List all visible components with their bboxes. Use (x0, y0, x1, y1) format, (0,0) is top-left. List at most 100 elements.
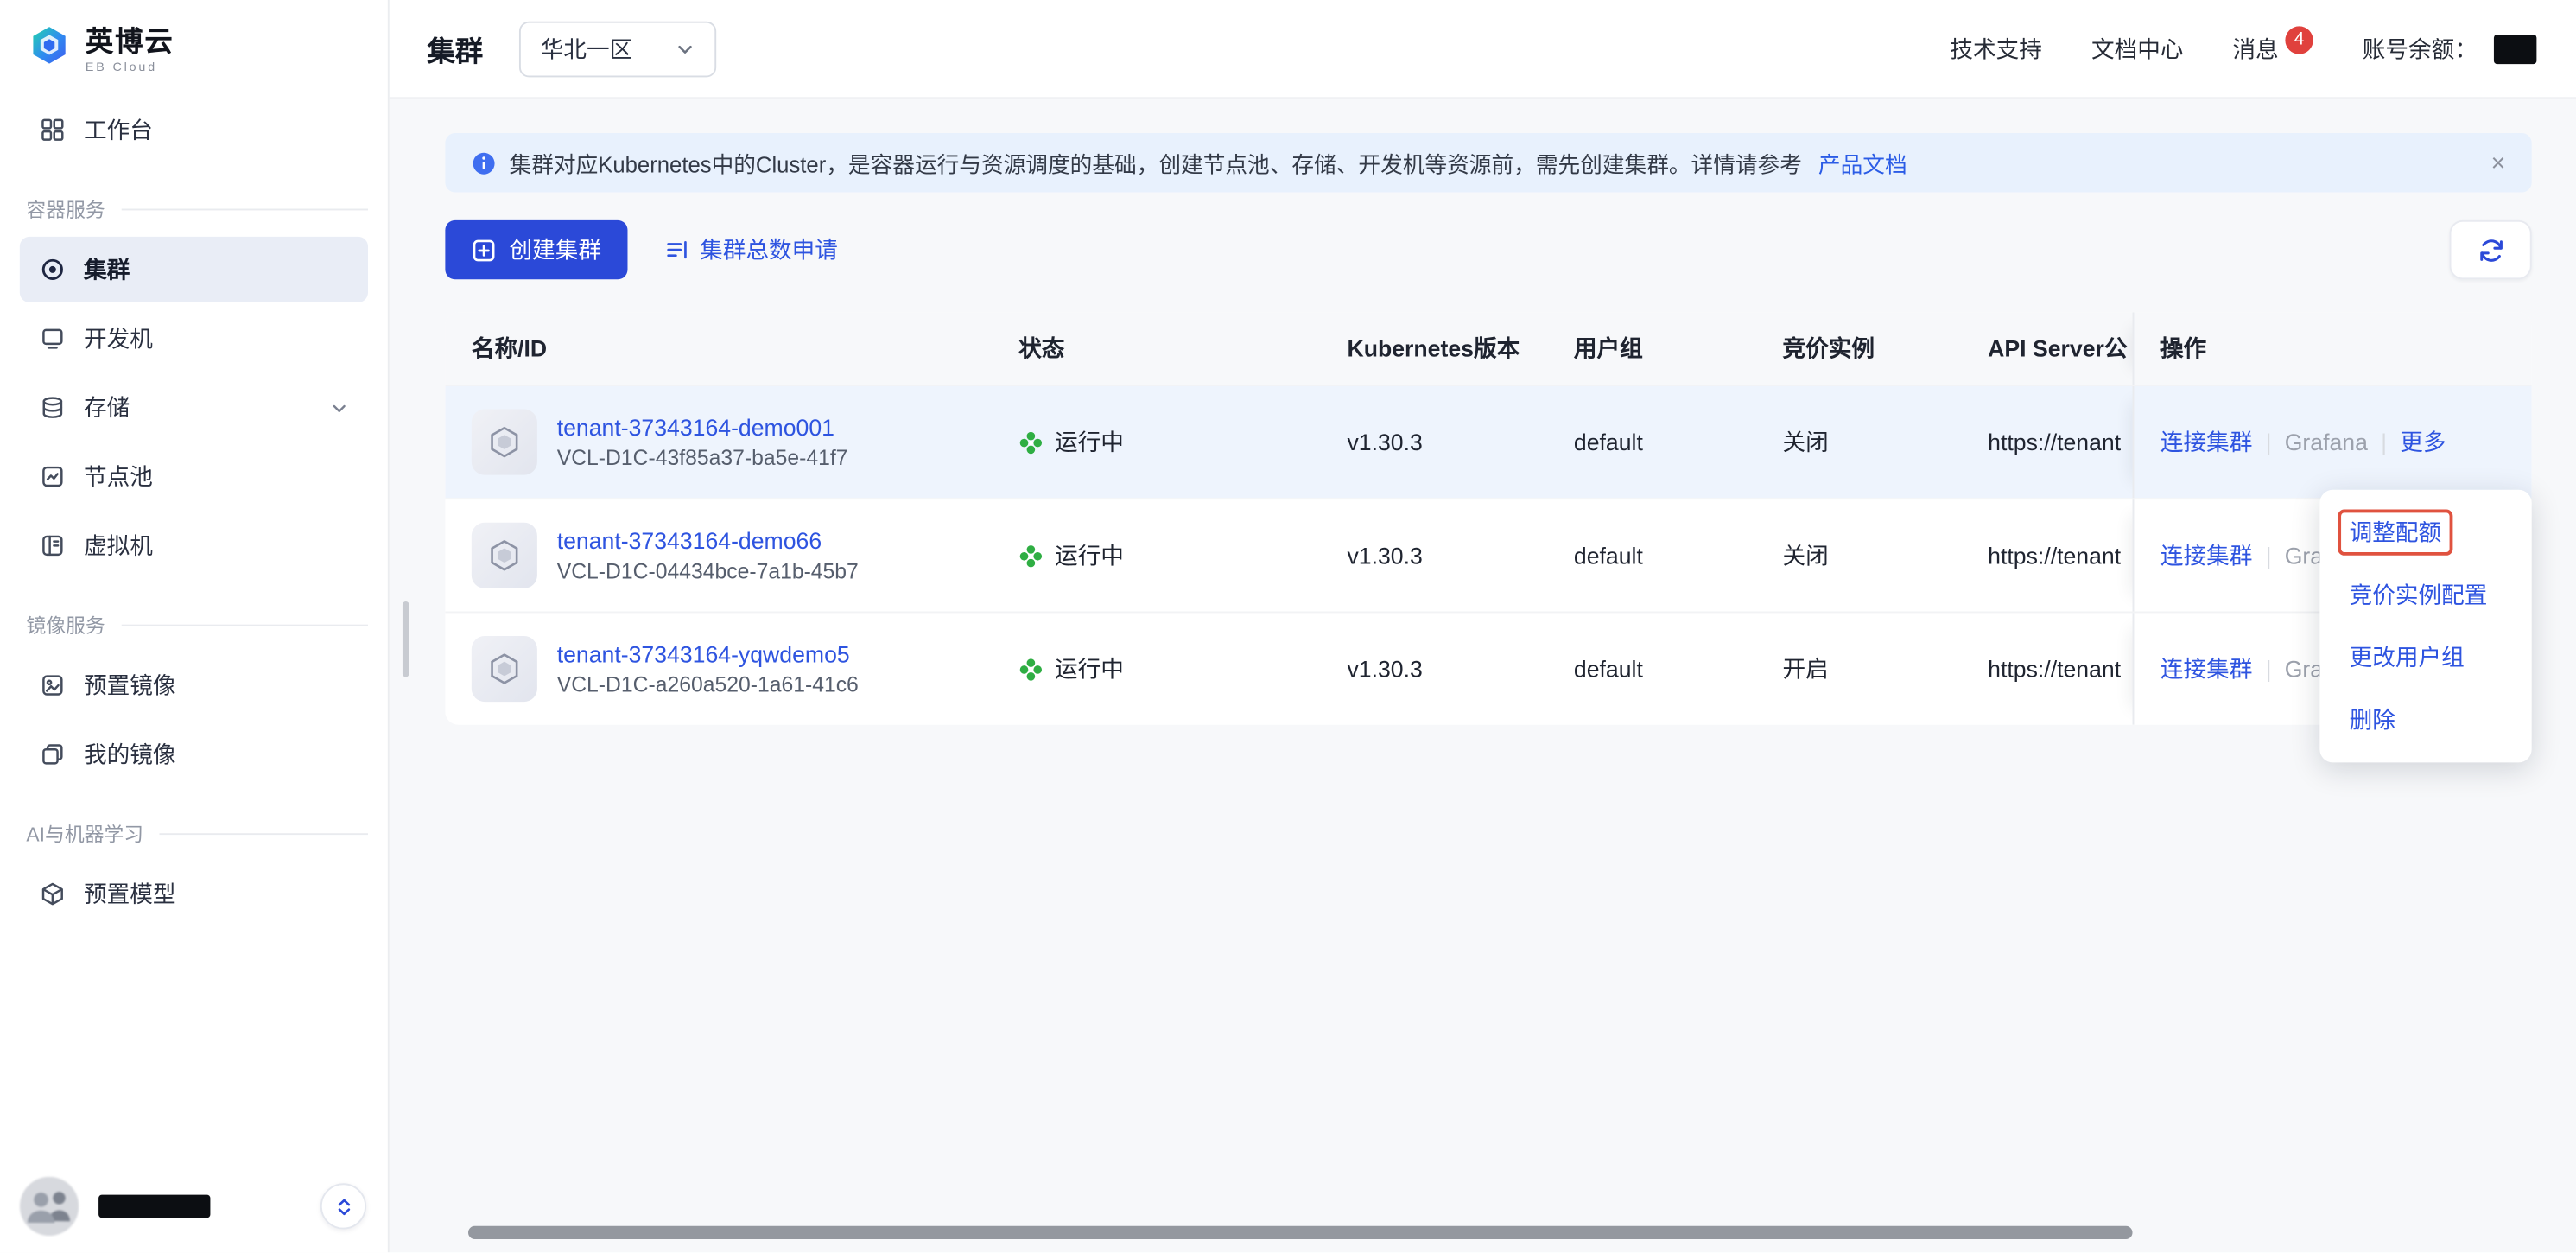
close-icon[interactable]: × (2471, 149, 2505, 176)
table-row[interactable]: tenant-37343164-yqwdemo5 VCL-D1C-a260a52… (445, 611, 2531, 724)
sidebar-item-label: 存储 (84, 391, 130, 424)
column-header-api: API Server公 (1962, 312, 2133, 385)
menu-item-change-group[interactable]: 更改用户组 (2319, 626, 2531, 689)
connect-cluster-link[interactable]: 连接集群 (2160, 539, 2253, 572)
sidebar-item-preset-models[interactable]: 预置模型 (20, 862, 368, 927)
refresh-button[interactable] (2450, 220, 2532, 279)
up-down-chevrons-icon (333, 1196, 354, 1218)
cluster-quota-request-link[interactable]: 集群总数申请 (663, 233, 838, 266)
quota-request-label: 集群总数申请 (700, 233, 838, 266)
horizontal-scrollbar-thumb[interactable] (468, 1226, 2133, 1239)
sidebar-item-label: 我的镜像 (84, 738, 176, 771)
column-header-status: 状态 (993, 312, 1321, 385)
redacted-balance (2494, 34, 2536, 63)
region-select-value: 华北一区 (541, 32, 633, 65)
messages-label: 消息 (2233, 32, 2279, 65)
sidebar-fade (0, 1095, 386, 1161)
sidebar-item-label: 工作台 (84, 113, 153, 146)
section-title: 镜像服务 (26, 611, 105, 639)
running-status-icon (1018, 429, 1044, 455)
api-server-url: https://tenant (1962, 613, 2133, 724)
running-status-icon (1018, 657, 1044, 682)
sidebar-item-label: 预置镜像 (84, 669, 176, 702)
sidebar-item-label: 预置模型 (84, 878, 176, 911)
menu-item-spot-config[interactable]: 竞价实例配置 (2319, 563, 2531, 626)
divider (122, 209, 368, 211)
refresh-icon (2477, 236, 2504, 264)
sidebar-item-clusters[interactable]: 集群 (20, 237, 368, 302)
banner-text: 集群对应Kubernetes中的Cluster，是容器运行与资源调度的基础，创建… (510, 146, 1802, 179)
section-title: 容器服务 (26, 195, 105, 223)
k8s-version: v1.30.3 (1321, 386, 1547, 498)
brand-logo-icon (26, 23, 72, 78)
sidebar-item-label: 集群 (84, 253, 130, 286)
sidebar-item-workbench[interactable]: 工作台 (20, 97, 368, 162)
chevron-down-icon (330, 398, 348, 417)
user-group: default (1547, 613, 1756, 724)
main-content: 集群对应Kubernetes中的Cluster，是容器运行与资源调度的基础，创建… (388, 99, 2576, 1252)
column-header-ops: 操作 (2133, 312, 2532, 385)
chevron-down-icon (676, 39, 695, 59)
status-text: 运行中 (1055, 652, 1124, 685)
message-badge: 4 (2285, 25, 2313, 53)
spot-instance: 关闭 (1756, 499, 1962, 611)
table-header-row: 名称/ID 状态 Kubernetes版本 用户组 竞价实例 API Serve… (445, 312, 2531, 385)
cluster-logo-icon (472, 636, 537, 702)
info-banner: 集群对应Kubernetes中的Cluster，是容器运行与资源调度的基础，创建… (445, 133, 2531, 192)
sidebar-item-nodepool[interactable]: 节点池 (20, 443, 368, 509)
sidebar: 英博云 EB Cloud 工作台 容器服务 集群 开发机 (0, 0, 390, 1252)
column-header-version: Kubernetes版本 (1321, 312, 1547, 385)
sidebar-item-label: 节点池 (84, 461, 153, 493)
product-docs-link[interactable]: 产品文档 (1818, 146, 1907, 179)
list-icon (663, 237, 689, 263)
divider: | (2266, 656, 2272, 682)
brand[interactable]: 英博云 EB Cloud (0, 0, 388, 93)
avatar[interactable] (20, 1177, 79, 1236)
connect-cluster-link[interactable]: 连接集群 (2160, 652, 2253, 685)
vertical-scrollbar-thumb[interactable] (403, 601, 409, 677)
user-bar (0, 1161, 386, 1253)
create-cluster-button[interactable]: 创建集群 (445, 220, 627, 279)
status-text: 运行中 (1055, 426, 1124, 459)
redacted-username (98, 1195, 210, 1218)
brand-subtitle: EB Cloud (86, 59, 174, 73)
sidebar-item-preset-images[interactable]: 预置镜像 (20, 652, 368, 718)
column-header-spot: 竞价实例 (1756, 312, 1962, 385)
divider: | (2266, 429, 2272, 455)
cluster-name-link[interactable]: tenant-37343164-demo66 (557, 527, 859, 553)
top-links: 技术支持 文档中心 消息 4 账号余额： (1950, 32, 2536, 65)
table-row[interactable]: tenant-37343164-demo001 VCL-D1C-43f85a37… (445, 385, 2531, 498)
more-actions-menu: 调整配额 竞价实例配置 更改用户组 删除 (2319, 490, 2531, 763)
dev-machine-icon (40, 326, 66, 352)
connect-cluster-link[interactable]: 连接集群 (2160, 426, 2253, 459)
grid-icon (40, 117, 66, 143)
support-link[interactable]: 技术支持 (1950, 32, 2042, 65)
table-row[interactable]: tenant-37343164-demo66 VCL-D1C-04434bce-… (445, 498, 2531, 611)
divider: | (2381, 429, 2387, 455)
page-title: 集群 (427, 28, 483, 69)
docs-link[interactable]: 文档中心 (2091, 32, 2184, 65)
more-link[interactable]: 更多 (2400, 426, 2446, 459)
cluster-logo-icon (472, 523, 537, 588)
preset-model-icon (40, 881, 66, 906)
messages-link[interactable]: 消息 4 (2233, 32, 2313, 65)
user-expander-button[interactable] (320, 1183, 366, 1229)
virtual-machine-icon (40, 532, 66, 558)
sidebar-item-my-images[interactable]: 我的镜像 (20, 722, 368, 787)
preset-image-icon (40, 672, 66, 698)
menu-item-delete[interactable]: 删除 (2319, 689, 2531, 751)
api-server-url: https://tenant (1962, 386, 2133, 498)
storage-icon (40, 394, 66, 420)
region-select[interactable]: 华北一区 (519, 21, 716, 77)
sidebar-item-storage[interactable]: 存储 (20, 375, 368, 441)
running-status-icon (1018, 544, 1044, 569)
app-window: 英博云 EB Cloud 工作台 容器服务 集群 开发机 (0, 0, 2576, 1252)
sidebar-item-devmachine[interactable]: 开发机 (20, 306, 368, 372)
cluster-name-link[interactable]: tenant-37343164-demo001 (557, 414, 848, 440)
menu-item-adjust-quota[interactable]: 调整配额 (2319, 501, 2531, 563)
spot-instance: 关闭 (1756, 386, 1962, 498)
toolbar: 创建集群 集群总数申请 (445, 220, 838, 279)
cluster-name-link[interactable]: tenant-37343164-yqwdemo5 (557, 641, 859, 667)
cluster-table: 名称/ID 状态 Kubernetes版本 用户组 竞价实例 API Serve… (445, 312, 2531, 724)
sidebar-item-vm[interactable]: 虚拟机 (20, 512, 368, 578)
